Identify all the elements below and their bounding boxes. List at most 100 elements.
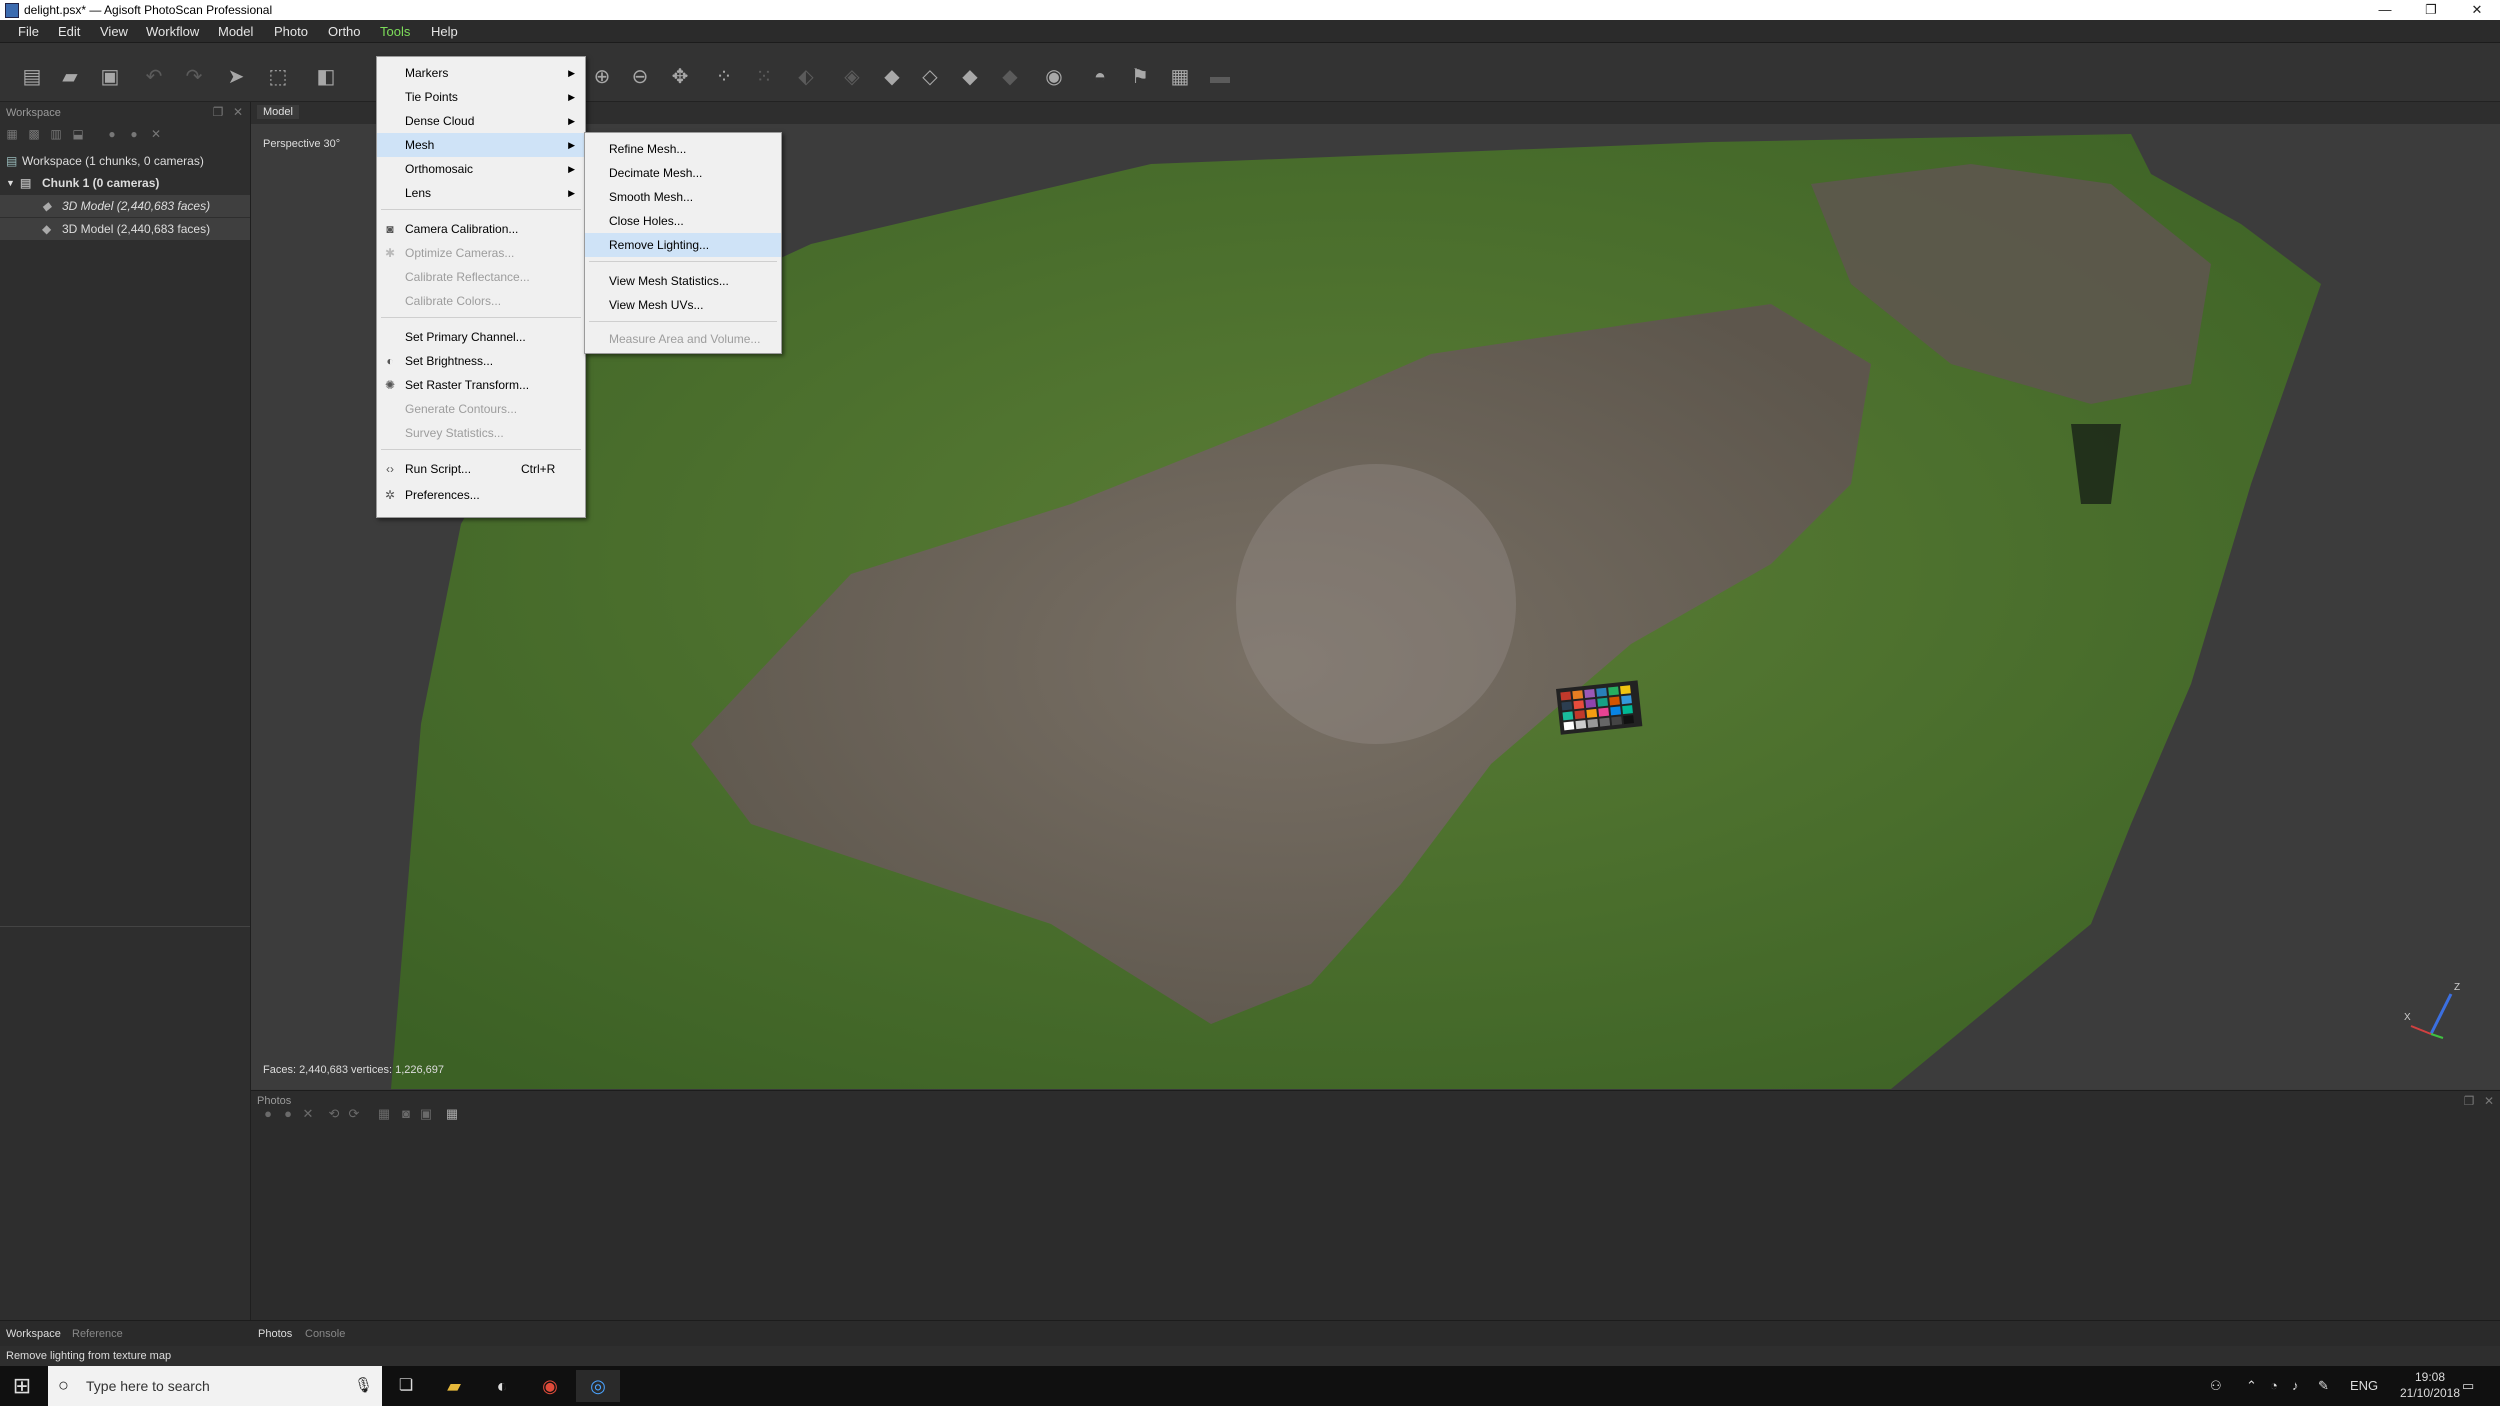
menu-view[interactable]: View <box>100 24 128 39</box>
show-points-icon[interactable]: ⁘ <box>712 65 736 89</box>
menu-item-mesh[interactable]: Mesh ▶ <box>377 133 585 157</box>
new-document-icon[interactable]: ▤ <box>20 65 44 89</box>
menu-photo[interactable]: Photo <box>274 24 308 39</box>
tray-expand-icon[interactable]: ⌃ <box>2246 1378 2257 1394</box>
disable-icon[interactable]: ● <box>104 126 120 142</box>
menu-item-preferences[interactable]: ✲ Preferences... <box>377 483 585 507</box>
tab-console[interactable]: Console <box>305 1328 345 1340</box>
show-basemap-icon[interactable]: ▬ <box>1208 65 1232 89</box>
show-images-icon[interactable]: ▦ <box>1168 65 1192 89</box>
menu-help[interactable]: Help <box>431 24 458 39</box>
network-icon[interactable]: ◔ <box>2270 1378 2278 1393</box>
show-dem-icon[interactable]: ◈ <box>840 65 864 89</box>
add-photos-icon[interactable]: ▩ <box>26 126 42 142</box>
show-markers-flag-icon[interactable]: ⚑ <box>1128 65 1152 89</box>
add-chunk-icon[interactable]: ▦ <box>4 126 20 142</box>
clock-date[interactable]: 21/10/2018 <box>2386 1386 2474 1400</box>
menu-item-refine-mesh[interactable]: Refine Mesh... <box>585 137 781 161</box>
close-button[interactable]: ✕ <box>2454 0 2500 20</box>
menu-ortho[interactable]: Ortho <box>328 24 361 39</box>
menu-item-markers[interactable]: Markers ▶ <box>377 61 585 85</box>
redo-icon[interactable]: ↷ <box>182 65 206 89</box>
remove-items-icon[interactable]: ✕ <box>148 126 164 142</box>
menu-item-camera-calibration[interactable]: ◙ Camera Calibration... <box>377 217 585 241</box>
add-marker-icon[interactable]: ⬓ <box>70 126 86 142</box>
menu-item-smooth-mesh[interactable]: Smooth Mesh... <box>585 185 781 209</box>
menu-edit[interactable]: Edit <box>58 24 80 39</box>
photo-remove-icon[interactable]: ✕ <box>299 1105 317 1123</box>
volume-icon[interactable]: ♪ <box>2292 1378 2299 1393</box>
menu-item-view-mesh-uvs[interactable]: View Mesh UVs... <box>585 293 781 317</box>
tree-model-1[interactable]: ◆ 3D Model (2,440,683 faces) <box>0 195 250 217</box>
photoscan-taskbar-icon[interactable]: ◐ <box>480 1370 524 1402</box>
people-icon[interactable]: ⚇ <box>2210 1378 2222 1394</box>
menu-model[interactable]: Model <box>218 24 253 39</box>
zoom-out-icon[interactable]: ⊖ <box>628 65 652 89</box>
view-mode-icon[interactable]: ▦ <box>443 1105 461 1123</box>
menu-item-set-raster-transform[interactable]: ✺ Set Raster Transform... <box>377 373 585 397</box>
minimize-button[interactable]: — <box>2362 0 2408 20</box>
tree-chunk[interactable]: ▼ ▤ Chunk 1 (0 cameras) <box>0 172 250 194</box>
active-app-icon[interactable]: ◎ <box>576 1370 620 1402</box>
menu-item-decimate-mesh[interactable]: Decimate Mesh... <box>585 161 781 185</box>
rotate-right-icon[interactable]: ⟳ <box>345 1105 363 1123</box>
photo-enable-icon[interactable]: ● <box>259 1105 277 1123</box>
tab-model[interactable]: Model <box>257 105 299 119</box>
language-indicator[interactable]: ENG <box>2350 1378 2378 1393</box>
undo-icon[interactable]: ↶ <box>142 65 166 89</box>
menu-item-remove-lighting[interactable]: Remove Lighting... <box>585 233 781 257</box>
menu-file[interactable]: File <box>18 24 39 39</box>
notifications-icon[interactable]: ▭ <box>2462 1378 2474 1394</box>
tab-workspace[interactable]: Workspace <box>6 1328 61 1340</box>
show-cameras-icon[interactable]: ◉ <box>1042 65 1066 89</box>
float-pane-icon[interactable]: ❐ <box>210 104 226 120</box>
add-folder-icon[interactable]: ▥ <box>48 126 64 142</box>
reset-view-icon[interactable]: ✥ <box>668 65 692 89</box>
restore-button[interactable]: ❐ <box>2408 0 2454 20</box>
pen-icon[interactable]: ✎ <box>2318 1378 2329 1394</box>
enable-icon[interactable]: ● <box>126 126 142 142</box>
taskbar-search-box[interactable]: ○ Type here to search 🎙 <box>48 1366 382 1406</box>
model-textured-icon[interactable]: ◆ <box>998 65 1022 89</box>
menu-workflow[interactable]: Workflow <box>146 24 199 39</box>
tab-photos[interactable]: Photos <box>258 1328 292 1340</box>
menu-item-set-brightness[interactable]: ◐ Set Brightness... <box>377 349 585 373</box>
show-tiled-model-icon[interactable]: ⬖ <box>794 65 818 89</box>
microphone-icon[interactable]: 🎙 <box>354 1376 373 1394</box>
menu-item-tie-points[interactable]: Tie Points ▶ <box>377 85 585 109</box>
menu-tools[interactable]: Tools <box>380 24 410 39</box>
tree-workspace[interactable]: ▤ Workspace (1 chunks, 0 cameras) <box>0 150 250 172</box>
reset-filter-icon[interactable]: ▦ <box>375 1105 393 1123</box>
expand-arrow-icon[interactable]: ▼ <box>6 172 15 194</box>
chrome-icon[interactable]: ◉ <box>528 1370 572 1402</box>
close-pane-icon[interactable]: ✕ <box>230 104 246 120</box>
menu-item-orthomosaic[interactable]: Orthomosaic ▶ <box>377 157 585 181</box>
clock-time[interactable]: 19:08 <box>2398 1370 2462 1384</box>
shape-tool-icon[interactable]: ◧ <box>314 65 338 89</box>
show-info-icon[interactable]: ▣ <box>417 1105 435 1123</box>
open-folder-icon[interactable]: ▰ <box>58 65 82 89</box>
zoom-in-icon[interactable]: ⊕ <box>590 65 614 89</box>
tree-model-2[interactable]: ◆ 3D Model (2,440,683 faces) <box>0 218 250 240</box>
file-explorer-icon[interactable]: ▰ <box>432 1370 476 1402</box>
navigation-pointer-icon[interactable]: ➤ <box>224 65 248 89</box>
rectangle-selection-icon[interactable]: ⬚ <box>266 65 290 89</box>
menu-item-set-primary-channel[interactable]: Set Primary Channel... <box>377 325 585 349</box>
photo-disable-icon[interactable]: ● <box>279 1105 297 1123</box>
menu-item-dense-cloud[interactable]: Dense Cloud ▶ <box>377 109 585 133</box>
menu-item-run-script[interactable]: ‹› Run Script... Ctrl+R <box>377 457 585 481</box>
model-solid-icon[interactable]: ◆ <box>958 65 982 89</box>
save-icon[interactable]: ▣ <box>98 65 122 89</box>
menu-item-lens[interactable]: Lens ▶ <box>377 181 585 205</box>
rotate-left-icon[interactable]: ⟲ <box>325 1105 343 1123</box>
menu-item-view-mesh-statistics[interactable]: View Mesh Statistics... <box>585 269 781 293</box>
model-shaded-icon[interactable]: ◆ <box>880 65 904 89</box>
show-masks-icon[interactable]: ◙ <box>397 1105 415 1123</box>
tab-reference[interactable]: Reference <box>72 1328 123 1340</box>
show-shapes-icon[interactable]: ◓ <box>1088 65 1112 89</box>
menu-item-close-holes[interactable]: Close Holes... <box>585 209 781 233</box>
float-photos-pane-icon[interactable]: ❐ <box>2461 1093 2477 1109</box>
windows-start-icon[interactable]: ⊞ <box>0 1370 44 1402</box>
task-view-icon[interactable]: ❏ <box>384 1370 428 1402</box>
show-dense-cloud-icon[interactable]: ⁙ <box>752 65 776 89</box>
